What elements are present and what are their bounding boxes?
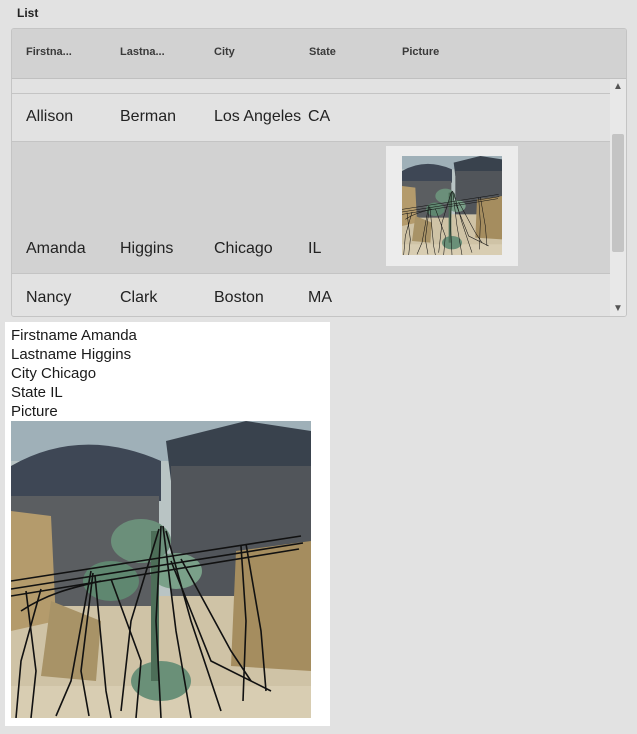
column-header-lastname[interactable]: Lastna... xyxy=(120,46,165,58)
cell-lastname: Berman xyxy=(120,108,177,125)
cell-lastname: Higgins xyxy=(120,240,174,257)
cell-city: Chicago xyxy=(214,240,273,257)
cell-firstname: Amanda xyxy=(26,240,86,257)
column-header-firstname[interactable]: Firstna... xyxy=(26,46,72,58)
detail-firstname: Firstname Amanda xyxy=(11,327,137,344)
table-row[interactable]: Nancy Clark Boston MA xyxy=(12,274,610,316)
table-row[interactable]: Allison Berman Los Angeles CA xyxy=(12,94,610,142)
detail-lastname: Lastname Higgins xyxy=(11,346,132,363)
cell-city: Los Angeles xyxy=(214,108,302,125)
column-header-city[interactable]: City xyxy=(214,46,235,58)
cell-state: CA xyxy=(308,108,331,125)
cell-firstname: Nancy xyxy=(26,289,72,306)
cell-lastname: Clark xyxy=(120,289,158,306)
data-grid: Firstna... Lastna... City State Picture … xyxy=(11,28,627,317)
detail-city: City Chicago xyxy=(11,365,97,382)
hut-detail-image xyxy=(11,421,311,718)
detail-panel: Firstname Amanda Lastname Higgins City C… xyxy=(5,322,330,726)
chevron-down-icon[interactable]: ▼ xyxy=(610,301,626,316)
cell-firstname: Allison xyxy=(26,108,74,125)
grid-header: Firstna... Lastna... City State Picture xyxy=(12,29,626,79)
column-header-state[interactable]: State xyxy=(309,46,336,58)
scrollbar-thumb[interactable] xyxy=(612,134,624,252)
cell-city: Boston xyxy=(214,289,264,306)
vertical-scrollbar[interactable]: ▲ ▼ xyxy=(610,79,626,316)
panel-title: List xyxy=(17,6,39,20)
column-header-picture[interactable]: Picture xyxy=(402,46,439,58)
table-row-selected[interactable]: Amanda Higgins Chicago IL xyxy=(12,142,610,274)
detail-state: State IL xyxy=(11,384,63,401)
cell-state: IL xyxy=(308,240,322,257)
detail-picture-label: Picture xyxy=(11,403,58,420)
hut-thumbnail-image xyxy=(402,156,502,255)
table-row-partial[interactable] xyxy=(12,79,610,94)
cell-picture-thumbnail xyxy=(386,146,518,266)
cell-state: MA xyxy=(308,289,332,306)
chevron-up-icon[interactable]: ▲ xyxy=(610,79,626,95)
grid-body: Allison Berman Los Angeles CA Amanda Hig… xyxy=(12,79,610,316)
